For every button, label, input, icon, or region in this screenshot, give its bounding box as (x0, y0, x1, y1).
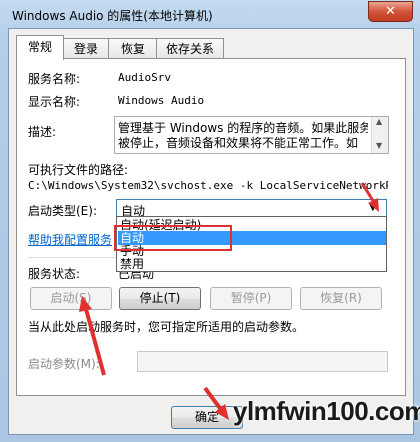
arrow-to-dropdown-icon (360, 182, 379, 212)
annotation-arrows (79, 182, 379, 420)
arrow-to-ok-button-icon (203, 386, 229, 420)
arrow-to-start-button-icon (79, 296, 106, 376)
watermark-text: ylmfwin100.com (233, 396, 420, 426)
